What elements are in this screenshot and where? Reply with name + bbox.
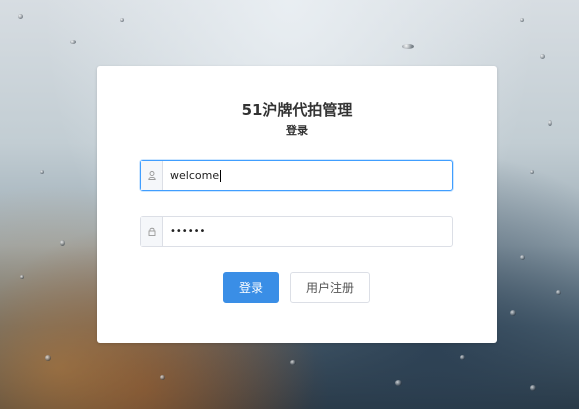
raindrop	[510, 310, 516, 316]
raindrop	[18, 14, 23, 19]
raindrop	[160, 375, 165, 380]
raindrop	[60, 240, 65, 246]
raindrop	[460, 355, 465, 360]
raindrop	[395, 380, 402, 386]
page-title: 51沪牌代拍管理	[241, 101, 353, 119]
username-field[interactable]: welcome	[140, 160, 453, 191]
page-subtitle: 登录	[286, 124, 308, 137]
raindrop	[70, 40, 76, 44]
raindrop	[402, 44, 414, 49]
raindrop	[40, 170, 44, 174]
lock-icon	[141, 217, 163, 246]
raindrop	[45, 355, 51, 361]
password-input[interactable]: ••••••	[163, 226, 205, 237]
raindrop	[530, 385, 536, 391]
raindrop	[120, 18, 124, 22]
raindrop	[20, 275, 24, 279]
raindrop	[548, 120, 552, 126]
user-icon	[141, 161, 163, 190]
raindrop	[530, 170, 534, 174]
raindrop	[540, 54, 545, 59]
login-button[interactable]: 登录	[223, 272, 279, 303]
text-caret	[220, 170, 222, 182]
password-field[interactable]: ••••••	[140, 216, 453, 247]
raindrop	[556, 290, 561, 295]
raindrop	[520, 18, 524, 22]
login-card: 51沪牌代拍管理 登录 welcome •••••• 登录 用户注册	[97, 66, 497, 343]
register-button[interactable]: 用户注册	[290, 272, 370, 303]
raindrop	[520, 255, 525, 260]
username-value: welcome	[170, 169, 220, 182]
raindrop	[290, 360, 296, 365]
username-input[interactable]: welcome	[163, 169, 222, 182]
